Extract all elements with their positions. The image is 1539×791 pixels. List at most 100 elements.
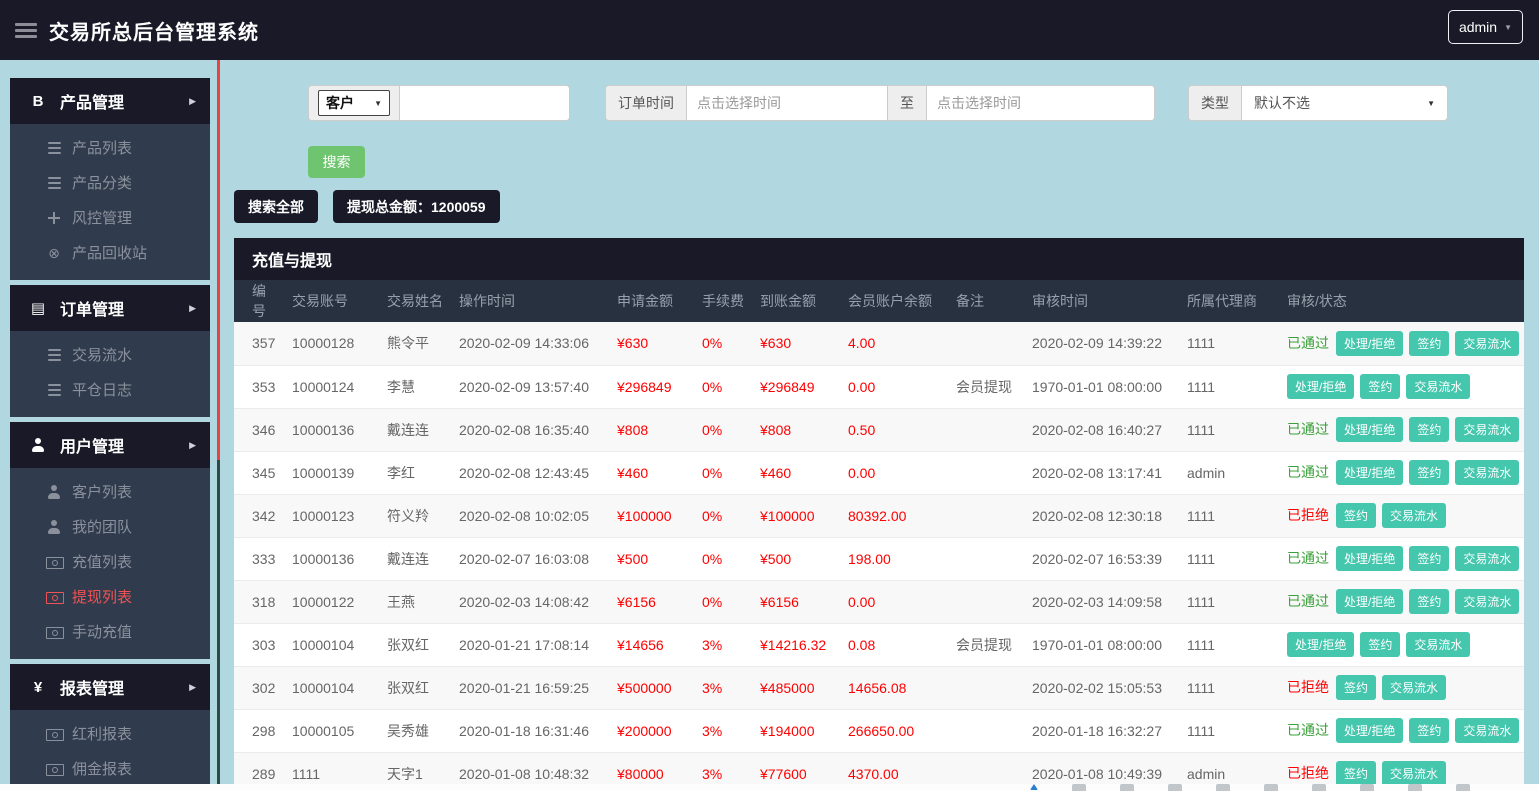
- tiny-icon: [1120, 784, 1134, 791]
- status-badge: 已通过: [1287, 421, 1329, 437]
- type-select[interactable]: 默认不选 ▼: [1242, 86, 1447, 120]
- action-button[interactable]: 签约: [1409, 718, 1450, 743]
- action-button[interactable]: 处理/拒绝: [1336, 460, 1404, 485]
- tiny-icon: [1360, 784, 1374, 791]
- action-button[interactable]: 处理/拒绝: [1287, 632, 1355, 657]
- action-button[interactable]: 交易流水: [1455, 460, 1520, 485]
- cell-op-time: 2020-01-21 16:59:25: [451, 666, 609, 710]
- cell-audit-time: 2020-02-07 16:53:39: [1024, 537, 1179, 581]
- action-button[interactable]: 处理/拒绝: [1287, 374, 1355, 399]
- status-badge: 已通过: [1287, 550, 1329, 566]
- cell-account: 10000128: [284, 322, 379, 366]
- cell-fee: 3%: [694, 709, 752, 753]
- search-all-button[interactable]: 搜索全部: [234, 190, 318, 223]
- cell-remark: [948, 322, 1024, 366]
- action-button[interactable]: 处理/拒绝: [1336, 718, 1404, 743]
- time-from-input[interactable]: [687, 86, 887, 120]
- col-header: 交易姓名: [379, 280, 451, 322]
- tiny-triangle-icon: [1030, 784, 1038, 790]
- cell-op-time: 2020-01-18 16:31:46: [451, 709, 609, 753]
- cell-status-actions: 已通过 处理/拒绝 签约 交易流水: [1279, 580, 1524, 624]
- action-button[interactable]: 交易流水: [1406, 374, 1471, 399]
- action-button[interactable]: 签约: [1336, 503, 1377, 528]
- time-to-input[interactable]: [927, 86, 1154, 120]
- action-button[interactable]: 交易流水: [1455, 546, 1520, 571]
- withdraw-total-button[interactable]: 提现总金额：1200059: [333, 190, 500, 223]
- keyword-input[interactable]: [400, 86, 569, 120]
- cell-remark: [948, 494, 1024, 538]
- col-header: 所属代理商: [1179, 280, 1279, 322]
- tiny-icon: [1264, 784, 1278, 791]
- cell-apply-amount: ¥14656: [609, 623, 694, 667]
- hamburger-menu-icon[interactable]: [15, 20, 37, 41]
- field-select[interactable]: 客户 ▼: [318, 90, 390, 116]
- action-button[interactable]: 处理/拒绝: [1336, 589, 1404, 614]
- cell-name: 李慧: [379, 365, 451, 409]
- action-button[interactable]: 签约: [1409, 417, 1450, 442]
- cell-balance: 266650.00: [840, 709, 948, 753]
- cell-status-actions: 已通过 处理/拒绝 签约 交易流水: [1279, 408, 1524, 452]
- table-row: 357 10000128 熊令平 2020-02-09 14:33:06 ¥63…: [234, 322, 1524, 366]
- cell-id: 302: [234, 666, 284, 710]
- status-badge: 已通过: [1287, 722, 1329, 738]
- action-button[interactable]: 处理/拒绝: [1336, 546, 1404, 571]
- status-badge: 已通过: [1287, 334, 1329, 351]
- cell-arrival-amount: ¥296849: [752, 365, 840, 409]
- cell-remark: [948, 709, 1024, 753]
- cell-op-time: 2020-02-08 12:43:45: [451, 451, 609, 495]
- cell-apply-amount: ¥200000: [609, 709, 694, 753]
- cell-account: 10000139: [284, 451, 379, 495]
- cell-op-time: 2020-02-09 14:33:06: [451, 322, 609, 366]
- col-header: 到账金额: [752, 280, 840, 322]
- action-button[interactable]: 签约: [1336, 761, 1377, 786]
- cell-fee: 0%: [694, 408, 752, 452]
- action-button[interactable]: 签约: [1360, 632, 1401, 657]
- action-button[interactable]: 交易流水: [1382, 675, 1447, 700]
- action-button[interactable]: 交易流水: [1455, 718, 1520, 743]
- action-buttons: 签约 交易流水: [1336, 503, 1452, 528]
- cell-fee: 0%: [694, 537, 752, 581]
- action-button[interactable]: 签约: [1409, 589, 1450, 614]
- action-button[interactable]: 签约: [1360, 374, 1401, 399]
- cell-status-actions: 已通过 处理/拒绝 签约 交易流水: [1279, 322, 1524, 366]
- cell-id: 333: [234, 537, 284, 581]
- cell-status-actions: 已拒绝 签约 交易流水: [1279, 494, 1524, 538]
- action-button[interactable]: 签约: [1409, 546, 1450, 571]
- cell-account: 10000104: [284, 623, 379, 667]
- table-panel: 充值与提现 编号 交易账号 交易姓名 操作时间 申请金额 手续费 到账金额 会员…: [234, 238, 1524, 791]
- action-button[interactable]: 交易流水: [1382, 761, 1447, 786]
- cell-audit-time: 2020-02-08 13:17:41: [1024, 451, 1179, 495]
- cell-status-actions: 已通过 处理/拒绝 签约 交易流水: [1279, 451, 1524, 495]
- field-select-value: 客户: [326, 95, 354, 111]
- action-button[interactable]: 处理/拒绝: [1336, 417, 1404, 442]
- action-button[interactable]: 签约: [1409, 460, 1450, 485]
- action-button[interactable]: 交易流水: [1455, 330, 1520, 356]
- cell-apply-amount: ¥6156: [609, 580, 694, 624]
- action-button[interactable]: 签约: [1336, 675, 1377, 700]
- search-button[interactable]: 搜索: [308, 146, 365, 178]
- cell-status-actions: 已通过 处理/拒绝 签约 交易流水: [1279, 537, 1524, 581]
- action-button[interactable]: 签约: [1409, 330, 1450, 356]
- user-dropdown[interactable]: admin ▼: [1447, 10, 1523, 44]
- cell-audit-time: 1970-01-01 08:00:00: [1024, 623, 1179, 667]
- action-button[interactable]: 交易流水: [1455, 589, 1520, 614]
- cell-audit-time: 1970-01-01 08:00:00: [1024, 365, 1179, 409]
- cell-op-time: 2020-02-08 16:35:40: [451, 408, 609, 452]
- cell-status-actions: 处理/拒绝 签约 交易流水: [1279, 623, 1524, 667]
- cell-name: 戴连连: [379, 537, 451, 581]
- cell-balance: 198.00: [840, 537, 948, 581]
- action-button[interactable]: 交易流水: [1455, 417, 1520, 442]
- cell-remark: [948, 580, 1024, 624]
- cell-agent: 1111: [1179, 623, 1279, 667]
- cell-id: 357: [234, 322, 284, 366]
- cell-op-time: 2020-02-03 14:08:42: [451, 580, 609, 624]
- action-button[interactable]: 交易流水: [1406, 632, 1471, 657]
- cell-agent: admin: [1179, 451, 1279, 495]
- cell-account: 10000122: [284, 580, 379, 624]
- action-button[interactable]: 处理/拒绝: [1336, 330, 1404, 356]
- chevron-down-icon: ▼: [374, 98, 382, 108]
- table-row: 318 10000122 王燕 2020-02-03 14:08:42 ¥615…: [234, 580, 1524, 624]
- action-buttons: 签约 交易流水: [1336, 761, 1452, 786]
- col-header: 会员账户余额: [840, 280, 948, 322]
- action-button[interactable]: 交易流水: [1382, 503, 1447, 528]
